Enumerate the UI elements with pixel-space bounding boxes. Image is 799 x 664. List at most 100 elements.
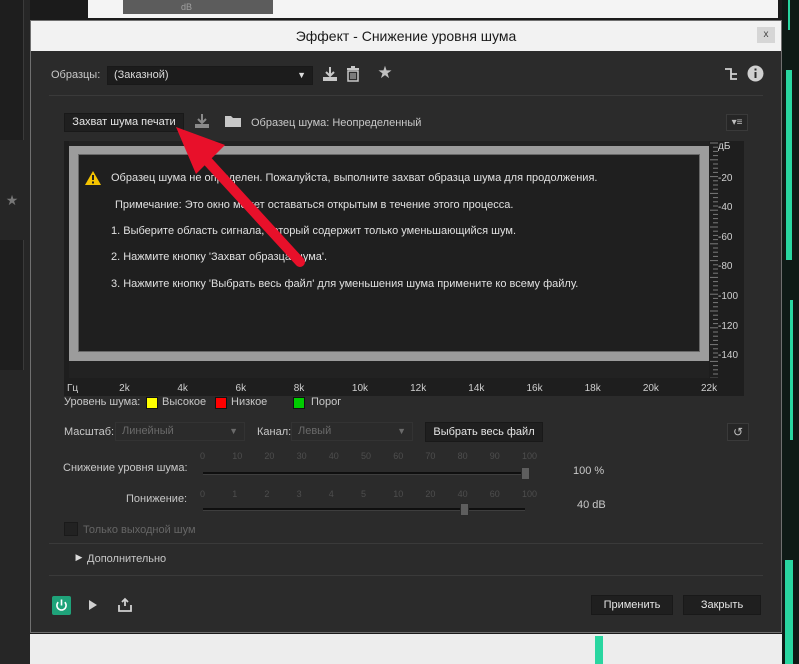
slider-scale-label: 5: [361, 489, 367, 499]
slider-scale-label: 2: [264, 489, 270, 499]
scale-label: Масштаб:: [64, 426, 115, 438]
slider-scale-label: 10: [232, 451, 243, 461]
expand-triangle-icon[interactable]: ▶: [74, 552, 84, 563]
background-panel: [0, 0, 24, 140]
background-level-meter-text: dB: [181, 2, 193, 12]
y-axis-tick-label: дБ: [718, 141, 731, 152]
favorite-star-icon[interactable]: ★: [376, 64, 394, 82]
waveform-line: [786, 70, 792, 260]
waveform-line: [595, 636, 603, 664]
advanced-section-toggle[interactable]: Дополнительно: [87, 553, 166, 565]
x-axis-tick-label: 22k: [701, 383, 718, 394]
output-noise-only-label: Только выходной шум: [83, 524, 196, 536]
reset-icon[interactable]: ↺: [727, 423, 749, 441]
channel-dropdown[interactable]: Левый ▼: [291, 422, 413, 441]
graph-menu-icon[interactable]: ▾≡: [726, 114, 748, 131]
reduce-by-slider-thumb[interactable]: [459, 503, 469, 516]
reduce-by-label: Понижение:: [126, 493, 188, 505]
slider-scale-label: 100: [522, 489, 538, 499]
slider-scale-label: 1: [232, 489, 238, 499]
x-axis-tick-label: 10k: [351, 383, 369, 394]
x-axis-tick-label: 4k: [177, 383, 188, 394]
background-app-toolbar: dB: [88, 0, 778, 18]
output-noise-only-checkbox[interactable]: [64, 522, 78, 536]
x-axis-tick-label: 12k: [410, 383, 427, 394]
y-axis-tick-label: -140: [718, 350, 739, 362]
slider-scale-label: 30: [296, 451, 307, 461]
select-entire-file-button[interactable]: Выбрать весь файл: [425, 422, 543, 442]
instruction-step-2: 2. Нажмите кнопку 'Захват образца шума'.: [111, 251, 328, 263]
divider: [49, 95, 763, 96]
slider-scale-label: 90: [489, 451, 500, 461]
noise-reduction-slider-track[interactable]: [203, 472, 525, 475]
scale-value: Линейный: [122, 425, 174, 437]
noise-reduction-label: Снижение уровня шума:: [63, 462, 188, 474]
plot-frame: Образец шума не определен. Пожалуйста, в…: [69, 146, 709, 361]
slider-scale-label: 20: [425, 489, 436, 499]
x-axis-tick-label: 8k: [293, 383, 305, 394]
close-button[interactable]: Закрыть: [683, 595, 761, 615]
x-axis-tick-label: 18k: [584, 383, 601, 394]
legend-swatch-low: [215, 397, 227, 409]
y-axis-tick-label: -80: [718, 261, 733, 273]
waveform-line: [790, 300, 793, 440]
reduce-by-slider-track[interactable]: [203, 508, 525, 511]
noise-reduction-value: 100 %: [573, 465, 605, 477]
y-axis-tick-label: -40: [718, 202, 733, 214]
y-axis-tick-label: -100: [718, 291, 739, 302]
instruction-step-1: 1. Выберите область сигнала, который сод…: [111, 225, 516, 237]
import-noise-print-icon[interactable]: [193, 112, 211, 130]
waveform-line: [785, 560, 793, 664]
warning-message: Образец шума не определен. Пожалуйста, в…: [111, 172, 598, 184]
instruction-step-3: 3. Нажмите кнопку 'Выбрать весь файл' дл…: [111, 278, 579, 290]
y-axis-tick-label: -60: [718, 231, 733, 243]
close-window-button[interactable]: x: [757, 27, 775, 43]
legend-label-threshold: Порог: [311, 396, 342, 408]
delete-preset-icon[interactable]: [345, 65, 361, 83]
divider: [49, 543, 763, 544]
y-axis-ticks: [710, 142, 718, 378]
noise-reduction-slider-thumb[interactable]: [521, 467, 530, 480]
play-icon[interactable]: [86, 597, 100, 613]
save-preset-icon[interactable]: [321, 65, 339, 83]
dialog-titlebar[interactable]: Эффект - Снижение уровня шума x: [31, 21, 781, 51]
message-box: Образец шума не определен. Пожалуйста, в…: [78, 154, 700, 352]
power-toggle-icon[interactable]: [52, 596, 71, 615]
slider-scale-label: 10: [393, 489, 404, 499]
y-axis-tick-label: -120: [718, 320, 739, 332]
legend-label-low: Низкое: [231, 396, 268, 408]
noise-profile-graph: Образец шума не определен. Пожалуйста, в…: [64, 141, 744, 396]
background-app-bottom: [30, 634, 782, 664]
noise-level-label: Уровень шума:: [64, 396, 141, 408]
slider-scale-label: 40: [457, 489, 468, 499]
star-icon: ★: [5, 192, 19, 208]
presets-dropdown[interactable]: (Заказной) ▼: [107, 66, 313, 85]
background-level-meter: dB: [123, 0, 273, 14]
folder-open-icon[interactable]: [224, 113, 242, 129]
note-message: Примечание: Это окно может оставаться от…: [115, 199, 514, 211]
noise-print-status: Образец шума: Неопределенный: [251, 117, 422, 129]
info-icon[interactable]: [747, 65, 764, 82]
routing-icon[interactable]: [723, 66, 739, 82]
background-panel: [0, 240, 24, 370]
background-app-left-panel: ★: [0, 0, 30, 664]
presets-value: (Заказной): [114, 69, 169, 81]
loop-export-icon[interactable]: [117, 597, 133, 613]
plot-area: Образец шума не определен. Пожалуйста, в…: [69, 141, 709, 378]
chevron-down-icon: ▼: [229, 426, 238, 436]
x-axis-tick-label: Гц: [67, 383, 79, 394]
x-axis-tick-label: 2k: [119, 383, 130, 394]
apply-button[interactable]: Применить: [591, 595, 673, 615]
x-axis-tick-label: 20k: [642, 383, 659, 394]
slider-scale-label: 20: [264, 451, 275, 461]
reduce-by-value: 40 dB: [577, 499, 606, 511]
slider-scale-label: 0: [200, 489, 206, 499]
waveform-line: [788, 0, 790, 30]
slider-scale-label: 60: [489, 489, 500, 499]
chevron-down-icon: ▼: [297, 70, 306, 80]
scale-dropdown[interactable]: Линейный ▼: [115, 422, 245, 441]
legend-swatch-high: [146, 397, 158, 409]
x-axis-tick-label: 16k: [526, 383, 543, 394]
capture-noise-print-button[interactable]: Захват шума печати: [64, 113, 184, 132]
divider: [49, 575, 763, 576]
